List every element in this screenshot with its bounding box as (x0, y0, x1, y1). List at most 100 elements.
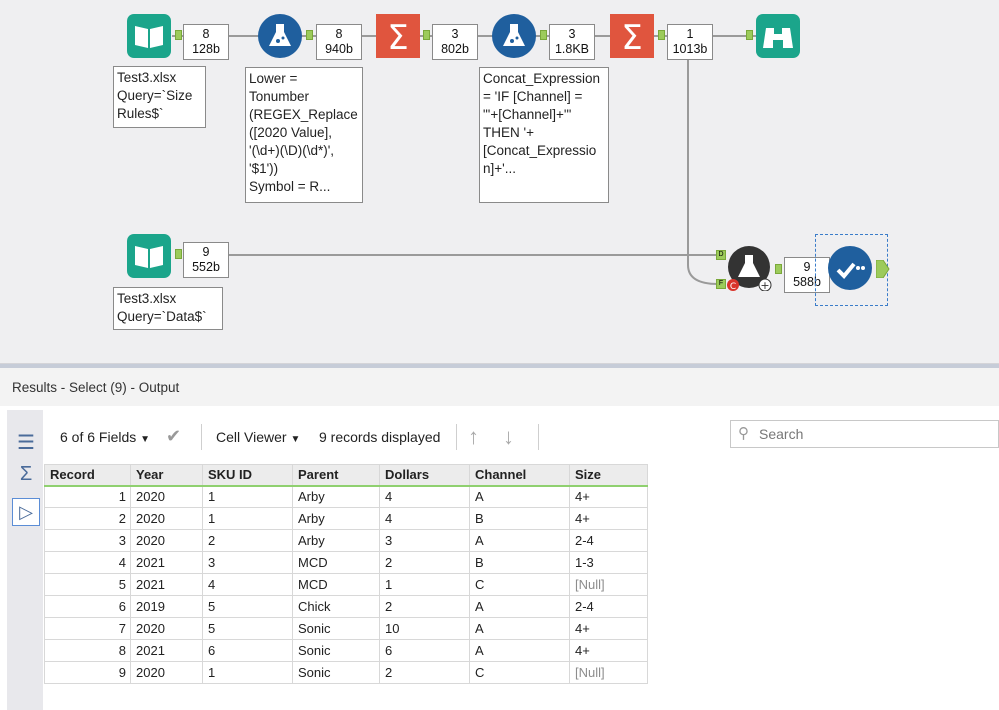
table-cell[interactable]: 2020 (130, 529, 203, 552)
summarize-tool-2[interactable]: Σ (610, 14, 654, 58)
table-cell[interactable]: Sonic (292, 661, 380, 684)
table-cell[interactable]: MCD (292, 573, 380, 596)
table-cell[interactable]: 5 (202, 595, 293, 618)
summary-view-button[interactable]: Σ (12, 460, 40, 488)
table-cell[interactable]: 3 (379, 529, 470, 552)
table-cell[interactable]: 4 (202, 573, 293, 596)
table-cell[interactable]: 10 (379, 617, 470, 640)
input-data-tool-1[interactable] (127, 14, 171, 58)
table-cell[interactable]: 4 (379, 485, 470, 508)
table-cell[interactable]: 1 (202, 507, 293, 530)
table-row[interactable]: 9 2020 1 Sonic 2 C [Null] (44, 661, 648, 684)
table-row[interactable]: 6 2019 5 Chick 2 A 2-4 (44, 595, 648, 618)
table-cell[interactable]: 2-4 (569, 529, 648, 552)
d-anchor[interactable]: D (716, 250, 726, 260)
table-cell[interactable]: Sonic (292, 617, 380, 640)
column-header[interactable]: Channel (469, 464, 570, 487)
dynamic-formula-tool[interactable]: C + (727, 245, 772, 292)
table-cell[interactable]: Arby (292, 507, 380, 530)
input-anchor[interactable] (746, 30, 753, 40)
column-header[interactable]: Size (569, 464, 648, 487)
table-cell[interactable]: 2020 (130, 617, 203, 640)
table-cell[interactable]: A (469, 617, 570, 640)
cell-viewer-dropdown[interactable]: Cell Viewer ▼ (216, 429, 300, 445)
search-input[interactable]: ⚲ Search (730, 420, 999, 448)
table-cell[interactable]: 2 (379, 595, 470, 618)
output-anchor[interactable] (423, 30, 430, 40)
table-cell[interactable]: 2021 (130, 573, 203, 596)
table-cell[interactable]: A (469, 529, 570, 552)
input-data-tool-2[interactable] (127, 234, 171, 278)
table-cell[interactable]: 1 (202, 485, 293, 508)
table-cell[interactable]: 4 (44, 551, 131, 574)
column-header[interactable]: Year (130, 464, 203, 487)
table-row[interactable]: 7 2020 5 Sonic 10 A 4+ (44, 617, 648, 640)
table-row[interactable]: 1 2020 1 Arby 4 A 4+ (44, 485, 648, 508)
table-cell[interactable]: 2020 (130, 507, 203, 530)
table-cell[interactable]: 9 (44, 661, 131, 684)
table-cell[interactable]: 6 (379, 639, 470, 662)
table-cell[interactable]: 5 (44, 573, 131, 596)
formula-tool-1[interactable] (258, 14, 302, 58)
table-cell[interactable]: 6 (202, 639, 293, 662)
table-cell[interactable]: 2021 (130, 639, 203, 662)
table-cell[interactable]: Arby (292, 485, 380, 508)
table-cell[interactable]: MCD (292, 551, 380, 574)
table-cell[interactable]: 2020 (130, 661, 203, 684)
table-cell[interactable]: 4+ (569, 485, 648, 508)
arrow-up-icon[interactable]: ↑ (468, 424, 479, 450)
column-header[interactable]: Parent (292, 464, 380, 487)
table-cell[interactable]: 2 (379, 551, 470, 574)
formula-tool-2[interactable] (492, 14, 536, 58)
table-row[interactable]: 8 2021 6 Sonic 6 A 4+ (44, 639, 648, 662)
table-cell[interactable]: B (469, 551, 570, 574)
table-cell[interactable]: 3 (44, 529, 131, 552)
output-anchor[interactable] (175, 30, 182, 40)
table-cell[interactable]: [Null] (569, 661, 648, 684)
column-header[interactable]: Record (44, 464, 131, 487)
table-cell[interactable]: 4+ (569, 507, 648, 530)
arrow-down-icon[interactable]: ↓ (503, 424, 514, 450)
table-cell[interactable]: 4+ (569, 617, 648, 640)
table-cell[interactable]: A (469, 595, 570, 618)
column-header[interactable]: Dollars (379, 464, 470, 487)
table-cell[interactable]: 2 (379, 661, 470, 684)
table-cell[interactable]: 1 (202, 661, 293, 684)
summarize-tool-1[interactable]: Σ (376, 14, 420, 58)
table-cell[interactable]: 6 (44, 595, 131, 618)
table-cell[interactable]: 1 (379, 573, 470, 596)
f-anchor[interactable]: F (716, 279, 726, 289)
output-anchor[interactable] (306, 30, 313, 40)
column-header[interactable]: SKU ID (202, 464, 293, 487)
table-cell[interactable]: 2019 (130, 595, 203, 618)
browse-tool[interactable] (756, 14, 800, 58)
output-anchor[interactable] (876, 260, 890, 278)
table-cell[interactable]: C (469, 573, 570, 596)
table-cell[interactable]: [Null] (569, 573, 648, 596)
table-cell[interactable]: 2021 (130, 551, 203, 574)
table-row[interactable]: 2 2020 1 Arby 4 B 4+ (44, 507, 648, 530)
table-cell[interactable]: 2 (44, 507, 131, 530)
table-cell[interactable]: Chick (292, 595, 380, 618)
table-row[interactable]: 5 2021 4 MCD 1 C [Null] (44, 573, 648, 596)
table-cell[interactable]: C (469, 661, 570, 684)
apply-check-icon[interactable]: ✔ (166, 426, 181, 447)
table-cell[interactable]: A (469, 639, 570, 662)
table-cell[interactable]: 1-3 (569, 551, 648, 574)
table-cell[interactable]: 3 (202, 551, 293, 574)
list-view-button[interactable]: ☰ (12, 428, 40, 456)
table-cell[interactable]: 1 (44, 485, 131, 508)
workflow-canvas[interactable]: 8 128b 8 940b Σ 3 802b 3 1.8KB Σ 1 1013b Test… (0, 0, 999, 364)
table-cell[interactable]: Sonic (292, 639, 380, 662)
table-cell[interactable]: B (469, 507, 570, 530)
table-cell[interactable]: 4 (379, 507, 470, 530)
table-row[interactable]: 4 2021 3 MCD 2 B 1-3 (44, 551, 648, 574)
table-cell[interactable]: 7 (44, 617, 131, 640)
table-cell[interactable]: 2020 (130, 485, 203, 508)
table-cell[interactable]: 8 (44, 639, 131, 662)
select-tool[interactable] (828, 246, 872, 290)
table-cell[interactable]: 2 (202, 529, 293, 552)
fields-dropdown[interactable]: 6 of 6 Fields ▼ (60, 429, 150, 445)
output-anchor[interactable] (775, 264, 782, 274)
table-row[interactable]: 3 2020 2 Arby 3 A 2-4 (44, 529, 648, 552)
